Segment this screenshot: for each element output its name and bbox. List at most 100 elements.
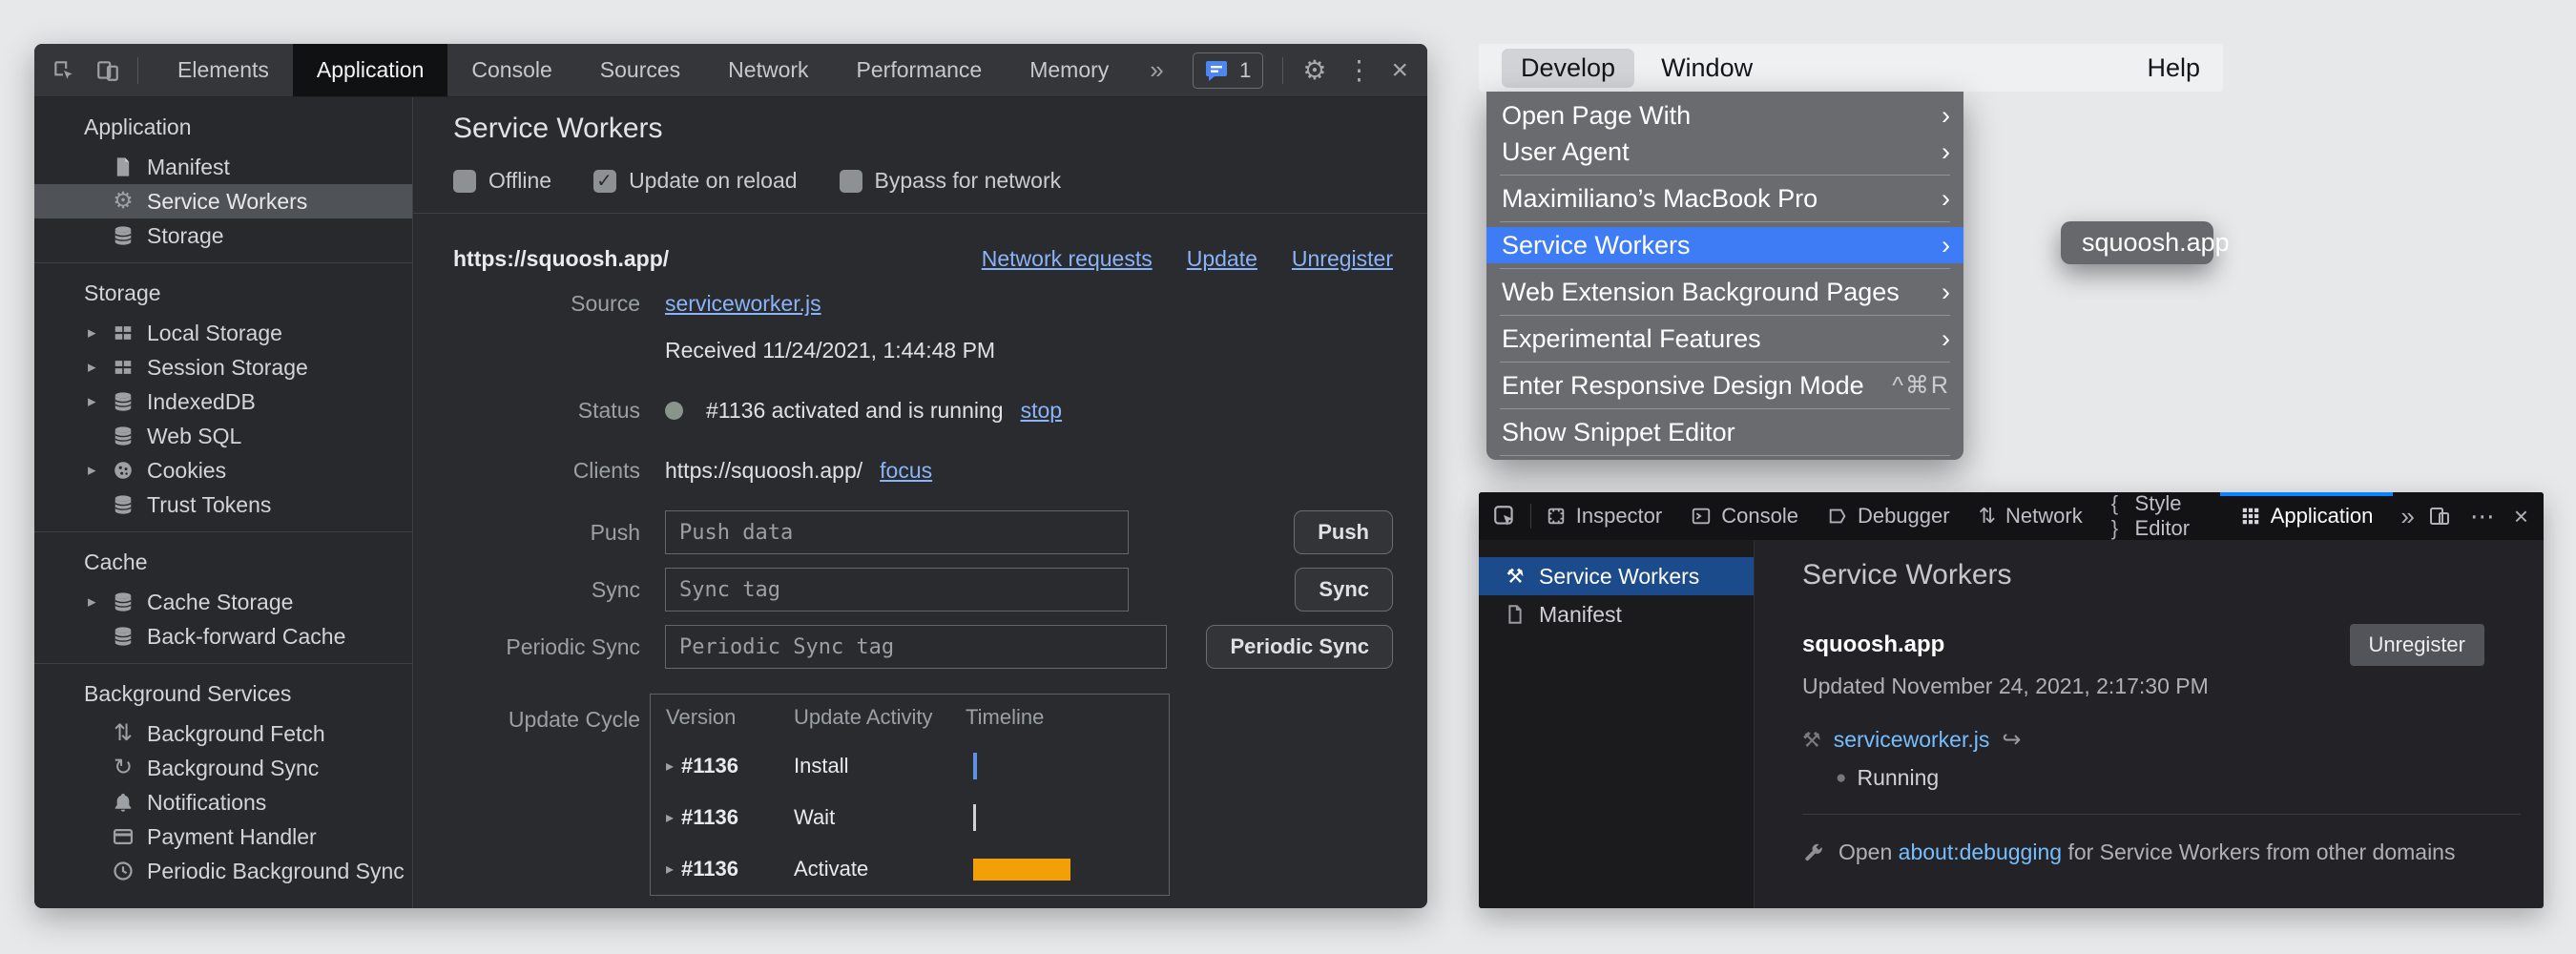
- keyboard-shortcut: ^⌘R: [1892, 371, 1950, 400]
- sidebar-item-indexeddb[interactable]: ▸ IndexedDB: [34, 384, 412, 419]
- about-debugging-link[interactable]: about:debugging: [1899, 840, 2062, 864]
- tab-console[interactable]: Console: [447, 44, 575, 96]
- unregister-button[interactable]: Unregister: [2350, 624, 2484, 666]
- periodic-sync-tag-input[interactable]: [665, 625, 1167, 669]
- table-icon: [111, 355, 135, 380]
- expand-arrow-icon[interactable]: ▸: [88, 392, 111, 411]
- sidebar-item-cookies[interactable]: ▸ Cookies: [34, 453, 412, 487]
- expand-arrow-icon[interactable]: ▸: [88, 323, 111, 342]
- submenu-chevron-icon: ›: [1942, 324, 1950, 354]
- sidebar-item-payment-handler[interactable]: Payment Handler: [34, 819, 412, 854]
- tab-debugger[interactable]: Debugger: [1813, 492, 1964, 540]
- expand-arrow-icon[interactable]: ▸: [666, 860, 674, 879]
- push-data-input[interactable]: [665, 510, 1129, 554]
- tab-network[interactable]: ⇅ Network: [1964, 492, 2097, 540]
- settings-gear-icon[interactable]: ⚙: [1302, 57, 1326, 84]
- sidebar-item-local-storage[interactable]: ▸ Local Storage: [34, 316, 412, 350]
- expand-arrow-icon[interactable]: ▸: [88, 461, 111, 480]
- sidebar-item-manifest[interactable]: Manifest: [34, 150, 412, 184]
- source-file-link[interactable]: serviceworker.js: [665, 291, 821, 317]
- tab-performance[interactable]: Performance: [833, 44, 1007, 96]
- menu-item-enter-responsive-design-mode[interactable]: Enter Responsive Design Mode ^⌘R: [1486, 367, 1963, 404]
- tab-application[interactable]: Application: [293, 44, 448, 96]
- meatball-menu-icon[interactable]: ⋯: [2470, 504, 2495, 529]
- close-devtools-icon[interactable]: ×: [2514, 504, 2528, 529]
- worker-file-link[interactable]: serviceworker.js: [1834, 727, 1990, 753]
- pick-element-icon[interactable]: [1479, 492, 1530, 540]
- tab-elements[interactable]: Elements: [154, 44, 293, 96]
- update-cycle-install-row[interactable]: ▸ #1136 Install: [651, 740, 1169, 792]
- tab-network[interactable]: Network: [704, 44, 832, 96]
- kebab-menu-icon[interactable]: ⋮: [1345, 57, 1372, 84]
- menu-item-show-snippet-editor[interactable]: Show Snippet Editor: [1486, 414, 1963, 450]
- bypass-for-network-checkbox-group[interactable]: Bypass for network: [840, 168, 1062, 194]
- close-devtools-icon[interactable]: ×: [1391, 56, 1408, 85]
- sidebar-item-background-sync[interactable]: ↻ Background Sync: [34, 751, 412, 785]
- expand-arrow-icon[interactable]: ▸: [88, 592, 111, 612]
- tab-style-editor[interactable]: { } Style Editor: [2097, 492, 2226, 540]
- sync-button[interactable]: Sync: [1295, 568, 1393, 612]
- worker-row: ⚒ serviceworker.js ↪: [1802, 726, 2544, 754]
- expand-arrow-icon[interactable]: ▸: [666, 757, 674, 776]
- tab-application[interactable]: Application: [2226, 492, 2388, 540]
- menu-item-macbook-pro[interactable]: Maximiliano’s MacBook Pro ›: [1486, 180, 1963, 217]
- update-cycle-row: Update Cycle Version Update Activity Tim…: [453, 694, 1393, 896]
- sidebar-item-storage[interactable]: Storage: [34, 218, 412, 253]
- focus-link[interactable]: focus: [880, 458, 932, 484]
- menu-develop[interactable]: Develop: [1502, 49, 1634, 88]
- stop-link[interactable]: stop: [1021, 398, 1062, 424]
- tab-console[interactable]: Console: [1676, 492, 1813, 540]
- sidebar-item-cache-storage[interactable]: ▸ Cache Storage: [34, 585, 412, 619]
- issues-badge[interactable]: 1: [1193, 52, 1263, 89]
- sidebar-item-service-workers[interactable]: ⚙ Service Workers: [34, 184, 412, 218]
- menu-window[interactable]: Window: [1661, 53, 1753, 83]
- more-tabs-icon[interactable]: »: [2387, 492, 2427, 540]
- inspect-worker-arrow-icon[interactable]: ↪: [2002, 726, 2021, 754]
- update-cycle-activate-row[interactable]: ▸ #1136 Activate: [651, 843, 1169, 895]
- sidebar-item-web-sql[interactable]: Web SQL: [34, 419, 412, 453]
- sidebar-item-background-fetch[interactable]: ⇅ Background Fetch: [34, 716, 412, 751]
- status-dot-icon: ●: [1836, 768, 1846, 789]
- inspect-element-icon[interactable]: [50, 56, 78, 85]
- toolbar-divider: [137, 57, 138, 84]
- offline-checkbox[interactable]: [453, 170, 476, 193]
- periodic-sync-button[interactable]: Periodic Sync: [1206, 625, 1393, 669]
- wrench-icon: [1802, 841, 1824, 863]
- tab-sources[interactable]: Sources: [576, 44, 704, 96]
- menu-help[interactable]: Help: [2147, 53, 2200, 83]
- sidebar-item-session-storage[interactable]: ▸ Session Storage: [34, 350, 412, 384]
- bypass-for-network-checkbox[interactable]: [840, 170, 862, 193]
- responsive-design-icon[interactable]: [2428, 505, 2451, 528]
- update-on-reload-checkbox[interactable]: [593, 170, 616, 193]
- toolbar-right-icons: 1 ⚙ ⋮ ×: [1193, 44, 1427, 96]
- tab-memory[interactable]: Memory: [1006, 44, 1132, 96]
- update-link[interactable]: Update: [1187, 246, 1257, 272]
- update-cycle-wait-row[interactable]: ▸ #1136 Wait: [651, 792, 1169, 843]
- sync-tag-input[interactable]: [665, 568, 1129, 612]
- menu-item-open-page-with[interactable]: Open Page With ›: [1486, 97, 1963, 134]
- sidebar-item-notifications[interactable]: Notifications: [34, 785, 412, 819]
- device-toolbar-icon[interactable]: [93, 56, 122, 85]
- timeline-marker-wait: [973, 804, 976, 831]
- version-cell: #1136: [681, 754, 738, 778]
- menu-item-experimental-features[interactable]: Experimental Features ›: [1486, 321, 1963, 357]
- service-workers-submenu-flyout[interactable]: squoosh.app: [2061, 221, 2213, 264]
- menu-item-service-workers[interactable]: Service Workers ›: [1486, 227, 1963, 263]
- push-button[interactable]: Push: [1294, 510, 1393, 554]
- update-on-reload-checkbox-group[interactable]: Update on reload: [593, 168, 797, 194]
- sidebar-item-service-workers[interactable]: ⚒ Service Workers: [1479, 557, 1754, 595]
- menu-item-user-agent[interactable]: User Agent ›: [1486, 134, 1963, 170]
- unregister-link[interactable]: Unregister: [1292, 246, 1393, 272]
- sidebar-item-periodic-background-sync[interactable]: Periodic Background Sync: [34, 854, 412, 888]
- sidebar-item-manifest[interactable]: Manifest: [1479, 595, 1754, 633]
- sync-row: Sync Sync: [453, 568, 1393, 612]
- offline-checkbox-group[interactable]: Offline: [453, 168, 551, 194]
- sidebar-item-back-forward-cache[interactable]: Back-forward Cache: [34, 619, 412, 653]
- more-tabs-icon[interactable]: »: [1132, 44, 1180, 96]
- expand-arrow-icon[interactable]: ▸: [666, 808, 674, 827]
- expand-arrow-icon[interactable]: ▸: [88, 358, 111, 377]
- sidebar-item-trust-tokens[interactable]: Trust Tokens: [34, 487, 412, 522]
- tab-inspector[interactable]: Inspector: [1531, 492, 1677, 540]
- network-requests-link[interactable]: Network requests: [982, 246, 1153, 272]
- menu-item-web-extension-background-pages[interactable]: Web Extension Background Pages ›: [1486, 274, 1963, 310]
